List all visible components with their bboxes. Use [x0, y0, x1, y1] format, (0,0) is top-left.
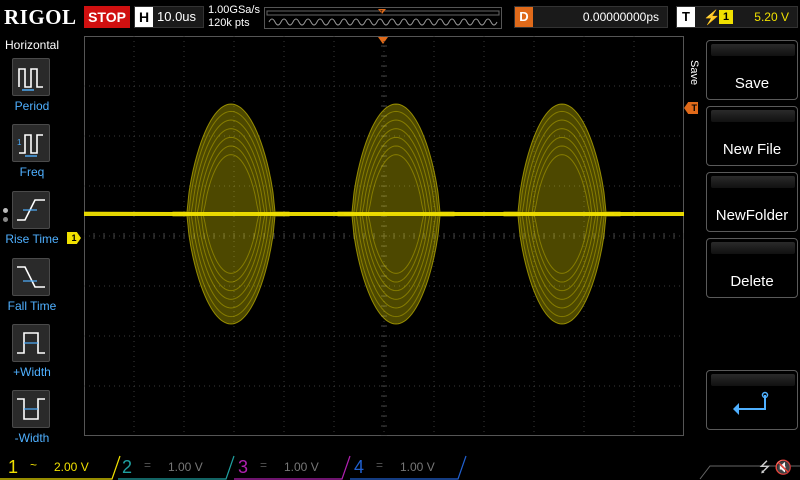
return-button[interactable] — [706, 370, 798, 430]
svg-text:T: T — [380, 10, 383, 16]
positive-width-icon — [12, 324, 50, 362]
button-header — [711, 242, 795, 254]
acquisition-info: 1.00GSa/s 120k pts — [208, 4, 260, 30]
measure-category-title: Horizontal — [4, 38, 60, 52]
channel2-number: 2 — [122, 457, 133, 477]
svg-text:1: 1 — [17, 138, 22, 147]
trigger-source: 1 — [719, 10, 733, 24]
top-status-bar: RIGOL STOP H 10.0us 1.00GSa/s 120k pts T… — [0, 0, 800, 36]
frequency-icon: 1 — [12, 124, 50, 162]
return-arrow-icon — [733, 391, 769, 415]
channel1-coupling: ~ — [30, 458, 38, 472]
channel4-chip[interactable]: 4 = 1.00 V — [348, 456, 460, 478]
button-header — [711, 374, 795, 386]
channel1-offset-marker[interactable]: 1 — [67, 232, 81, 244]
system-status-icons: ⭍ 🔇 — [759, 457, 792, 480]
channel3-number: 3 — [238, 457, 249, 477]
delay-label: D — [515, 7, 533, 27]
timebase-value: 10.0us — [157, 9, 197, 24]
measure-frequency[interactable]: 1 Freq — [0, 124, 64, 190]
channel3-chip[interactable]: 3 = 1.00 V — [232, 456, 344, 478]
menu-tab-label: Save — [688, 60, 700, 86]
timebase-label: H — [135, 7, 153, 27]
sample-rate: 1.00GSa/s — [208, 4, 260, 16]
new-file-button[interactable]: New File — [706, 106, 798, 166]
trigger-edge-icon: ⚡ — [703, 9, 721, 25]
measure-fall-time-label: Fall Time — [7, 299, 57, 313]
overview-wave: T — [266, 9, 500, 26]
channel1-number: 1 — [8, 457, 19, 477]
channel1-chip[interactable]: 1 ~ 2.00 V — [2, 456, 114, 478]
measure-positive-width-label: +Width — [13, 365, 51, 379]
channel2-coupling: = — [144, 458, 152, 472]
measure-frequency-label: Freq — [19, 165, 45, 179]
delete-button[interactable]: Delete — [706, 238, 798, 298]
delay-box[interactable]: D 0.00000000ps — [514, 6, 668, 28]
channel-status-bar: 1 ~ 2.00 V 2 = 1.00 V 3 = 1.00 V 4 = 1.0… — [0, 454, 800, 480]
negative-width-icon — [12, 390, 50, 428]
waveform-display[interactable] — [84, 36, 684, 436]
channel1-trace — [84, 103, 684, 325]
button-header — [711, 44, 795, 56]
speaker-muted-icon[interactable]: 🔇 — [775, 459, 792, 475]
timebase-box[interactable]: H 10.0us — [134, 6, 204, 28]
button-header — [711, 110, 795, 122]
new-folder-button[interactable]: NewFolder — [706, 172, 798, 232]
menu-tab: Save — [686, 40, 704, 440]
measure-negative-width-label: -Width — [14, 431, 50, 445]
new-folder-button-label: NewFolder — [715, 207, 789, 224]
new-file-button-label: New File — [722, 141, 782, 158]
run-stop-status[interactable]: STOP — [84, 6, 130, 28]
measure-rise-time-label: Rise Time — [5, 232, 59, 246]
period-icon — [12, 58, 50, 96]
channel2-scale: 1.00 V — [168, 460, 203, 474]
save-button[interactable]: Save — [706, 40, 798, 100]
measure-fall-time[interactable]: Fall Time — [0, 258, 64, 324]
measure-period-label: Period — [14, 99, 50, 113]
measure-rise-time[interactable]: Rise Time — [0, 191, 64, 257]
softkey-menu: Save Save New File NewFolder Delete — [686, 36, 800, 438]
fall-time-icon — [12, 258, 50, 296]
memory-depth: 120k pts — [208, 17, 250, 29]
measure-positive-width[interactable]: +Width — [0, 324, 64, 390]
trigger-level: 5.20 V — [754, 10, 789, 24]
measure-negative-width[interactable]: -Width — [0, 390, 64, 456]
channel1-scale: 2.00 V — [54, 460, 89, 474]
measure-panel: Horizontal Period 1 Freq Rise Time Fall … — [0, 36, 64, 454]
channel4-scale: 1.00 V — [400, 460, 435, 474]
save-button-label: Save — [734, 75, 770, 92]
delete-button-label: Delete — [730, 273, 774, 290]
channel4-coupling: = — [376, 458, 384, 472]
usb-icon: ⭍ — [759, 459, 771, 475]
brand-logo: RIGOL — [4, 5, 77, 29]
channel2-chip[interactable]: 2 = 1.00 V — [116, 456, 228, 478]
trigger-box[interactable]: T ⚡ 1 5.20 V — [676, 6, 798, 28]
channel4-number: 4 — [354, 457, 365, 477]
trigger-label: T — [677, 7, 695, 27]
channel3-scale: 1.00 V — [284, 460, 319, 474]
measure-period[interactable]: Period — [0, 58, 64, 124]
rise-time-icon — [12, 191, 50, 229]
button-header — [711, 176, 795, 188]
delay-value: 0.00000000ps — [582, 10, 659, 24]
waveform-overview-bar[interactable]: T — [264, 7, 502, 29]
channel3-coupling: = — [260, 458, 268, 472]
